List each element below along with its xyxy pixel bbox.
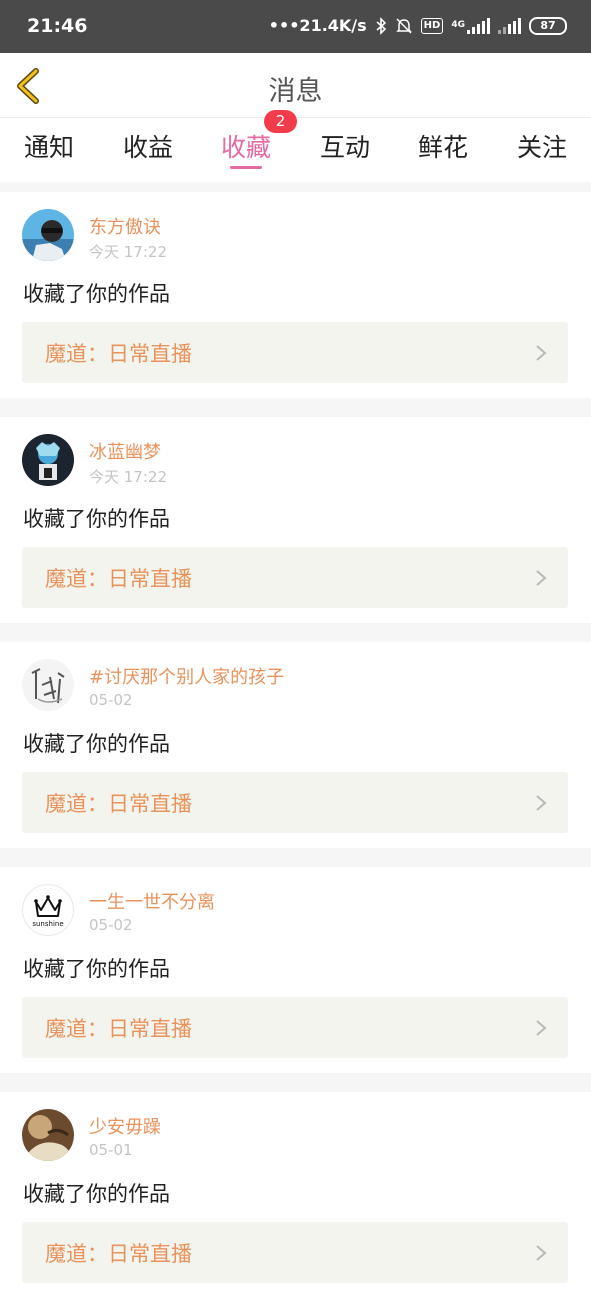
avatar[interactable] bbox=[22, 1109, 74, 1161]
timestamp: 05-02 bbox=[89, 691, 133, 709]
favorites-count-badge: 2 bbox=[264, 110, 297, 133]
network-speed: •••21.4K/s bbox=[268, 16, 367, 35]
username[interactable]: 少安毋躁 bbox=[89, 1113, 161, 1139]
action-text: 收藏了你的作品 bbox=[23, 507, 170, 531]
username[interactable]: 冰蓝幽梦 bbox=[89, 438, 161, 464]
battery-level: 87 bbox=[540, 19, 556, 32]
signal-icon bbox=[498, 17, 521, 34]
work-link[interactable]: 魔道：日常直播 bbox=[22, 1222, 568, 1283]
active-tab-indicator bbox=[230, 166, 262, 169]
message-card: 少安毋躁 05-01 收藏了你的作品 魔道：日常直播 bbox=[0, 1092, 591, 1298]
tab-earnings[interactable]: 收益 bbox=[123, 128, 173, 164]
timestamp: 05-02 bbox=[89, 916, 133, 934]
chevron-right-icon bbox=[536, 570, 547, 586]
timestamp: 今天 17:22 bbox=[89, 243, 167, 261]
avatar-text: sunshine bbox=[32, 920, 63, 928]
work-link[interactable]: 魔道：日常直播 bbox=[22, 772, 568, 833]
chevron-right-icon bbox=[536, 795, 547, 811]
message-card: 冰蓝幽梦 今天 17:22 收藏了你的作品 魔道：日常直播 bbox=[0, 417, 591, 623]
username[interactable]: #讨厌那个别人家的孩子 bbox=[89, 663, 284, 689]
bluetooth-icon bbox=[375, 16, 387, 35]
page-title: 消息 bbox=[268, 76, 323, 107]
avatar[interactable] bbox=[22, 434, 74, 486]
message-card: sunshine 一生一世不分离 05-02 收藏了你的作品 魔道：日常直播 bbox=[0, 867, 591, 1073]
timestamp: 今天 17:22 bbox=[89, 468, 167, 486]
hd-icon: HD bbox=[420, 17, 444, 34]
avatar[interactable]: sunshine bbox=[22, 884, 74, 936]
status-bar: 21:46 •••21.4K/s HD 4G 87 bbox=[0, 0, 591, 53]
tab-interactions[interactable]: 互动 bbox=[320, 128, 370, 164]
tab-flowers[interactable]: 鲜花 bbox=[418, 128, 468, 164]
net-type-label: 4G bbox=[451, 20, 465, 30]
work-title: 魔道：日常直播 bbox=[45, 342, 192, 366]
chevron-right-icon bbox=[536, 1245, 547, 1261]
message-card: #讨厌那个别人家的孩子 05-02 收藏了你的作品 魔道：日常直播 bbox=[0, 642, 591, 848]
work-link[interactable]: 魔道：日常直播 bbox=[22, 547, 568, 608]
tab-favorites[interactable]: 收藏 bbox=[221, 128, 271, 164]
message-card: 东方傲诀 今天 17:22 收藏了你的作品 魔道：日常直播 bbox=[0, 192, 591, 398]
timestamp: 05-01 bbox=[89, 1141, 133, 1159]
status-icons: •••21.4K/s HD 4G 87 bbox=[269, 16, 567, 35]
nav-header: 消息 bbox=[0, 53, 591, 118]
action-text: 收藏了你的作品 bbox=[23, 1182, 170, 1206]
battery-icon: 87 bbox=[529, 16, 567, 35]
tab-notifications[interactable]: 通知 bbox=[24, 128, 74, 164]
work-link[interactable]: 魔道：日常直播 bbox=[22, 997, 568, 1058]
action-text: 收藏了你的作品 bbox=[23, 957, 170, 981]
action-text: 收藏了你的作品 bbox=[23, 732, 170, 756]
mute-bell-icon bbox=[395, 17, 413, 35]
username[interactable]: 东方傲诀 bbox=[89, 213, 161, 239]
chevron-right-icon bbox=[536, 345, 547, 361]
chevron-right-icon bbox=[536, 1020, 547, 1036]
work-link[interactable]: 魔道：日常直播 bbox=[22, 322, 568, 383]
avatar[interactable] bbox=[22, 209, 74, 261]
work-title: 魔道：日常直播 bbox=[45, 567, 192, 591]
tab-bar: 通知 收益 收藏 互动 鲜花 关注 bbox=[0, 118, 591, 182]
username[interactable]: 一生一世不分离 bbox=[89, 888, 215, 914]
avatar[interactable] bbox=[22, 659, 74, 711]
action-text: 收藏了你的作品 bbox=[23, 282, 170, 306]
4g-signal-icon: 4G bbox=[451, 17, 490, 34]
work-title: 魔道：日常直播 bbox=[45, 1017, 192, 1041]
status-time: 21:46 bbox=[27, 15, 88, 37]
tab-following[interactable]: 关注 bbox=[517, 128, 567, 164]
work-title: 魔道：日常直播 bbox=[45, 1242, 192, 1266]
work-title: 魔道：日常直播 bbox=[45, 792, 192, 816]
